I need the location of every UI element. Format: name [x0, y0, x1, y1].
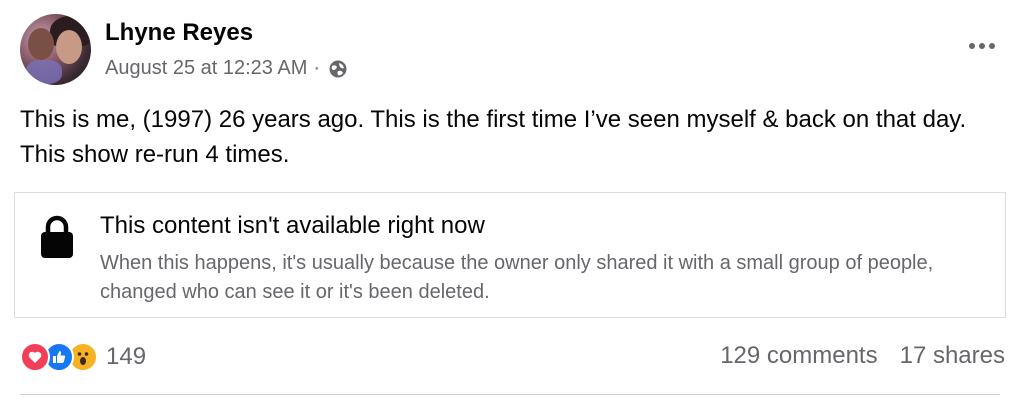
avatar-face-left	[28, 28, 54, 60]
more-options-icon[interactable]	[962, 34, 1002, 58]
post-header: Lhyne Reyes August 25 at 12:23 AM ·	[20, 14, 1010, 88]
lock-icon	[41, 215, 73, 258]
avatar-face-right	[56, 30, 82, 64]
reaction-count: 149	[106, 343, 147, 370]
shares-count[interactable]: 17 shares	[900, 342, 1005, 370]
reactions-summary[interactable]: 149	[20, 340, 146, 374]
post-text: This is me, (1997) 26 years ago. This is…	[20, 106, 967, 168]
footer-divider	[20, 394, 1000, 395]
post-card: Lhyne Reyes August 25 at 12:23 AM · This…	[0, 0, 1022, 401]
avatar-scarf	[26, 60, 62, 84]
unavailable-title: This content isn't available right now	[100, 212, 485, 239]
more-dot	[969, 43, 975, 49]
more-dot	[979, 43, 985, 49]
post-stats: 129 comments 17 shares	[720, 342, 1005, 370]
meta-separator: ·	[313, 57, 321, 79]
author-avatar[interactable]	[20, 14, 91, 85]
post-timestamp[interactable]: August 25 at 12:23 AM	[105, 57, 307, 80]
unavailable-description: When this happens, it's usually because …	[100, 252, 934, 303]
more-dot	[989, 43, 995, 49]
author-name[interactable]: Lhyne Reyes	[105, 19, 253, 47]
love-reaction-icon	[20, 342, 50, 372]
globe-icon[interactable]	[328, 59, 348, 79]
post-footer: 149 129 comments 17 shares	[20, 338, 1005, 378]
post-meta: August 25 at 12:23 AM ·	[105, 57, 348, 80]
comments-count[interactable]: 129 comments	[720, 342, 877, 370]
unavailable-content-box: This content isn't available right now W…	[14, 192, 1006, 318]
